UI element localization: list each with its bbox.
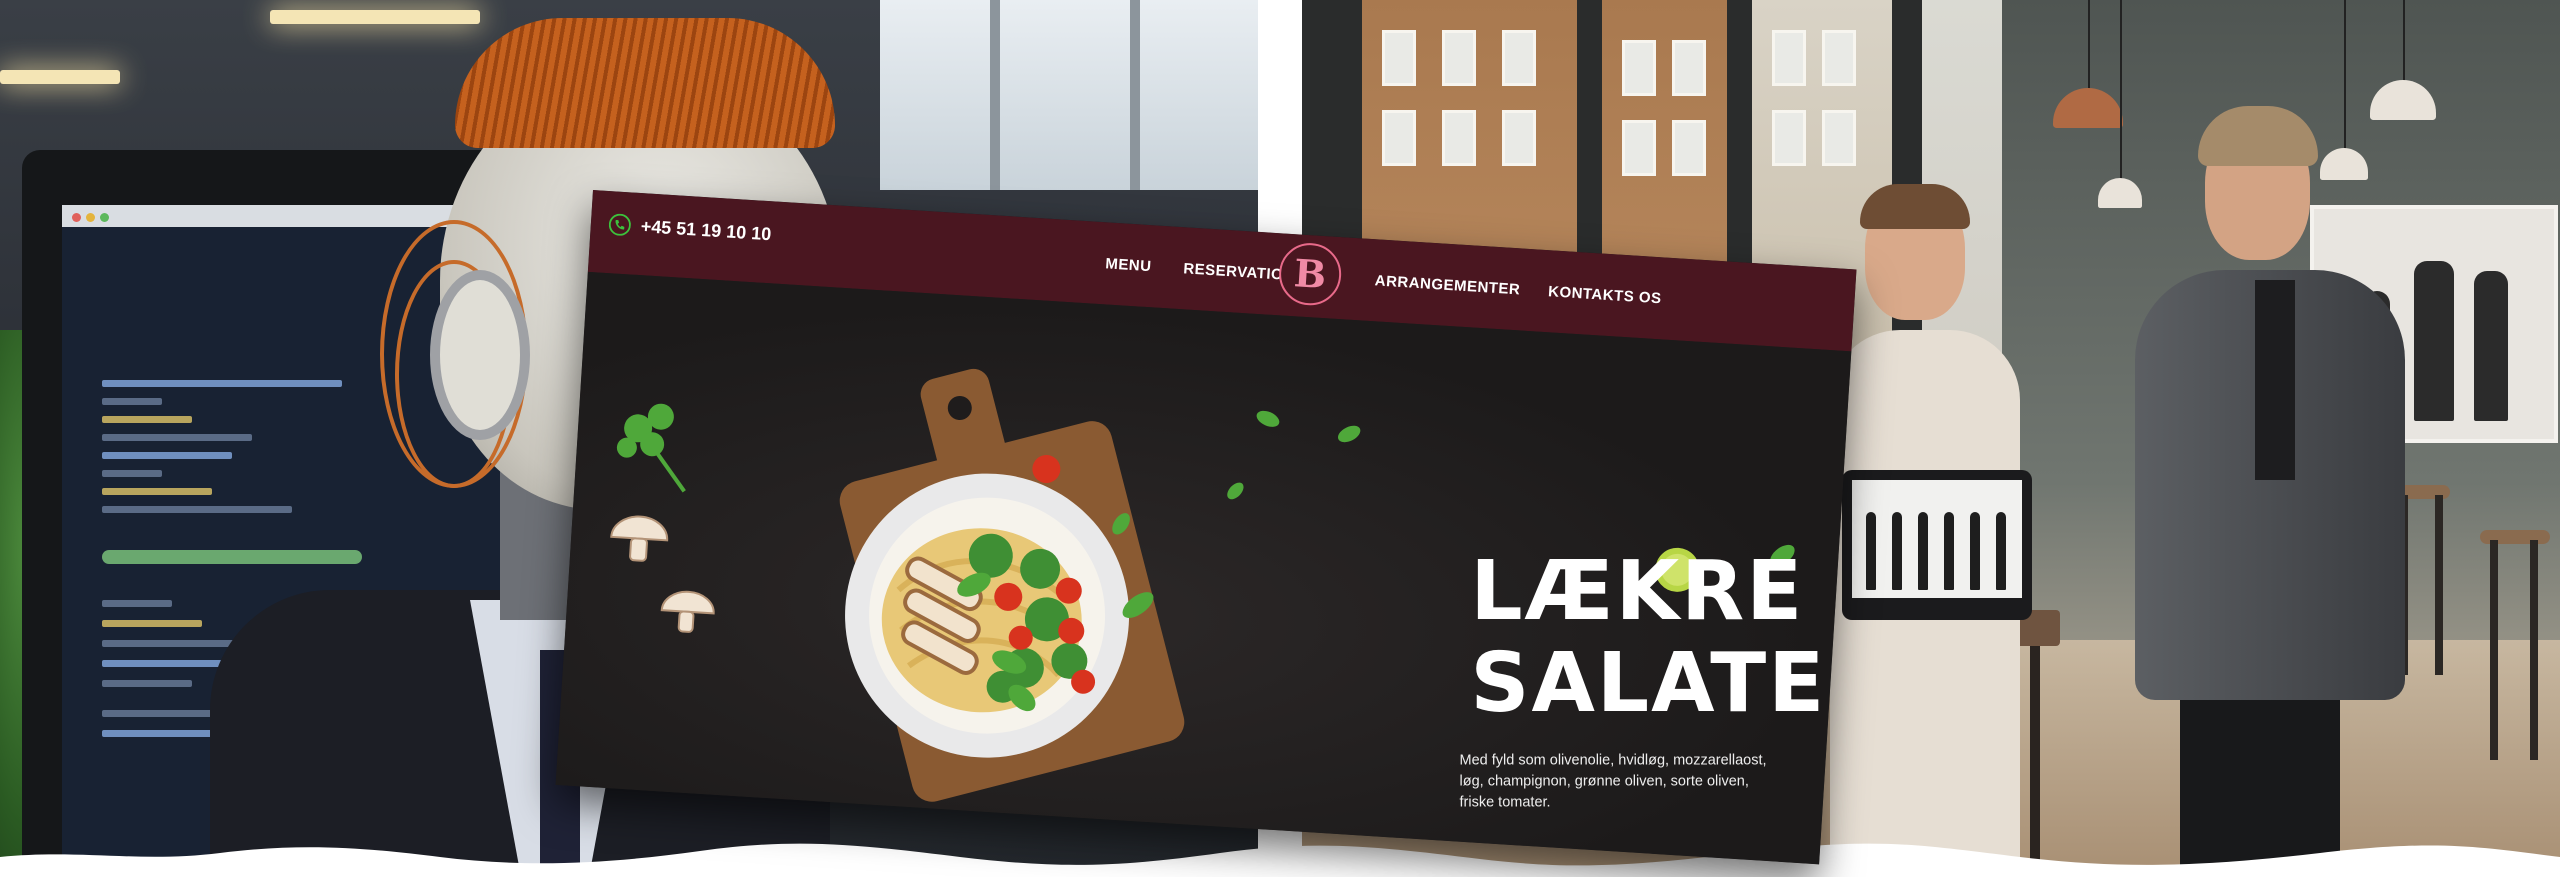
composite-scene: +45 51 19 10 10 MENU RESERVATION B ARRAN… <box>0 0 2560 877</box>
laptop <box>1842 470 2032 620</box>
website-hero-mockup: +45 51 19 10 10 MENU RESERVATION B ARRAN… <box>555 190 1857 865</box>
standing-man <box>2080 106 2420 877</box>
office-window <box>880 0 1258 190</box>
hero-title-line2: SALATER <box>1470 635 1857 731</box>
ceiling-light <box>0 70 120 84</box>
mushrooms <box>610 515 715 633</box>
torn-paper-edge <box>0 843 2560 877</box>
robot-ear <box>430 270 530 440</box>
hero-title: LÆKRE SALATER <box>1470 543 1857 731</box>
ceiling-light <box>270 10 480 24</box>
hero-description: Med fyld som olivenolie, hvidløg, mozzar… <box>1459 752 1767 811</box>
robot-wire-hair <box>455 18 835 148</box>
hero-title-line1: LÆKRE <box>1470 543 1805 639</box>
parsley <box>616 403 686 493</box>
